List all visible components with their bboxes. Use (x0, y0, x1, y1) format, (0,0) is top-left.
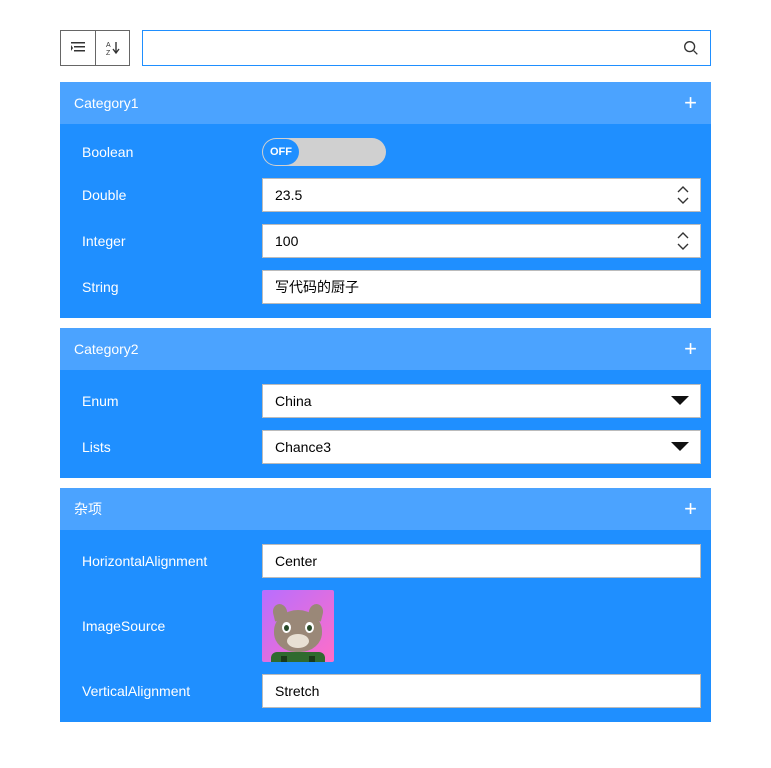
svg-text:Z: Z (106, 50, 111, 57)
category-icon (69, 40, 87, 56)
input-value: 写代码的厨子 (275, 277, 688, 297)
input-value: 23.5 (275, 187, 688, 203)
category-2: Category2 + Enum China Lists Chance3 (60, 328, 711, 478)
caret-down-icon (670, 395, 690, 407)
expand-icon: + (684, 498, 697, 520)
category-misc: 杂项 + HorizontalAlignment Center ImageSou… (60, 488, 711, 722)
property-label: Enum (82, 393, 262, 409)
caret-down-icon (670, 441, 690, 453)
expand-icon: + (684, 338, 697, 360)
property-label: Double (82, 187, 262, 203)
search-icon (682, 39, 700, 57)
chevron-down-icon (676, 242, 690, 251)
category-1: Category1 + Boolean OFF Double 23.5 (60, 82, 711, 318)
property-row: String 写代码的厨子 (82, 264, 701, 310)
expand-icon: + (684, 92, 697, 114)
select-value: China (275, 393, 688, 409)
property-row: Boolean OFF (82, 132, 701, 172)
string-input[interactable]: 写代码的厨子 (262, 270, 701, 304)
search-box[interactable] (142, 30, 711, 66)
spinner[interactable] (676, 181, 694, 209)
sort-az-icon: A Z (104, 39, 122, 57)
boolean-toggle[interactable]: OFF (262, 138, 386, 166)
property-row: HorizontalAlignment Center (82, 538, 701, 584)
valign-input[interactable]: Stretch (262, 674, 701, 708)
chevron-up-icon (676, 185, 690, 194)
double-input[interactable]: 23.5 (262, 178, 701, 212)
category-title: 杂项 (74, 499, 102, 519)
property-row: Integer 100 (82, 218, 701, 264)
avatar-icon (269, 604, 327, 662)
alphabetical-view-button[interactable]: A Z (95, 31, 129, 65)
category-title: Category1 (74, 95, 139, 111)
category-title: Category2 (74, 341, 139, 357)
property-row: Lists Chance3 (82, 424, 701, 470)
select-value: Chance3 (275, 439, 688, 455)
svg-text:A: A (106, 42, 111, 49)
property-label: ImageSource (82, 618, 262, 634)
property-row: Enum China (82, 378, 701, 424)
view-mode-group: A Z (60, 30, 130, 66)
enum-select[interactable]: China (262, 384, 701, 418)
property-label: Integer (82, 233, 262, 249)
toggle-knob: OFF (263, 139, 299, 165)
category-header[interactable]: Category1 + (60, 82, 711, 124)
property-row: Double 23.5 (82, 172, 701, 218)
integer-input[interactable]: 100 (262, 224, 701, 258)
image-source-thumb[interactable] (262, 590, 334, 662)
property-label: VerticalAlignment (82, 683, 262, 699)
spinner[interactable] (676, 227, 694, 255)
halign-input[interactable]: Center (262, 544, 701, 578)
property-label: String (82, 279, 262, 295)
property-label: HorizontalAlignment (82, 553, 262, 569)
property-row: VerticalAlignment Stretch (82, 668, 701, 714)
property-label: Boolean (82, 144, 262, 160)
input-value: 100 (275, 233, 688, 249)
lists-select[interactable]: Chance3 (262, 430, 701, 464)
chevron-down-icon (676, 196, 690, 205)
property-row: ImageSource (82, 584, 701, 668)
chevron-up-icon (676, 231, 690, 240)
search-input[interactable] (153, 32, 682, 64)
category-header[interactable]: 杂项 + (60, 488, 711, 530)
property-label: Lists (82, 439, 262, 455)
categorized-view-button[interactable] (61, 31, 95, 65)
category-header[interactable]: Category2 + (60, 328, 711, 370)
input-value: Center (275, 553, 688, 569)
input-value: Stretch (275, 683, 688, 699)
